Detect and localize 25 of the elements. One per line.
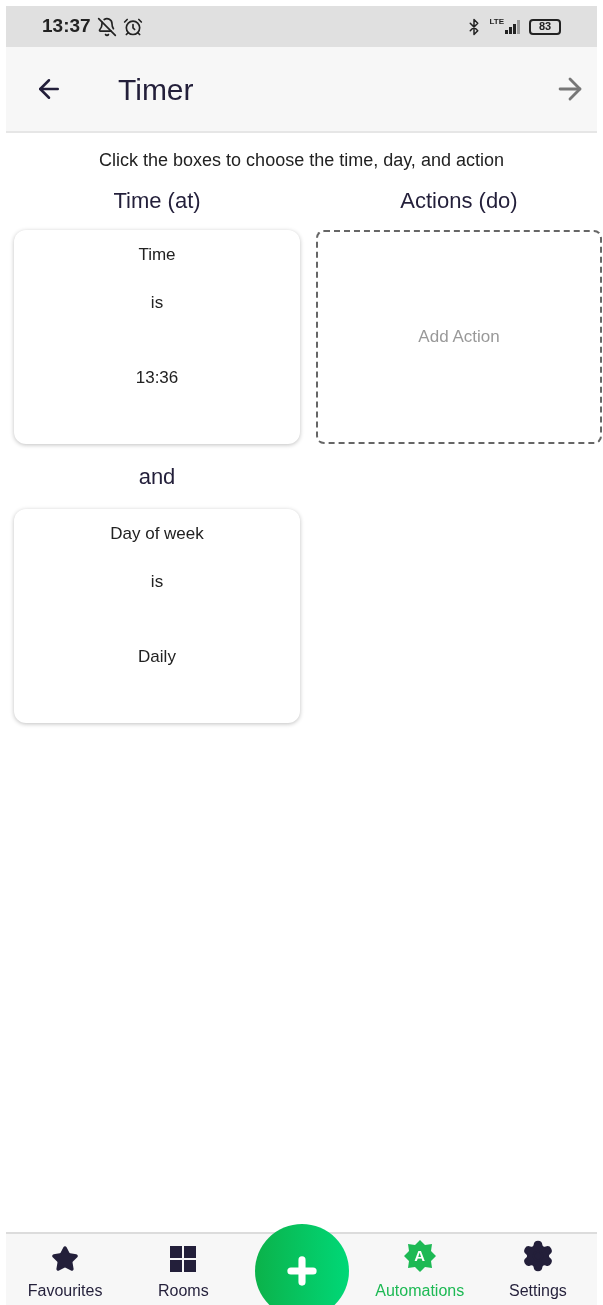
- network-label: LTE: [489, 16, 504, 28]
- nav-tab[interactable]: Rooms: [124, 1234, 243, 1305]
- instructions: Click the boxes to choose the time, day, and action: [99, 149, 504, 172]
- bell-off-icon: [96, 16, 117, 37]
- condition-operator: is: [150, 570, 164, 593]
- alarm-icon: [122, 16, 143, 37]
- actions-heading: Actions (do): [400, 187, 518, 215]
- condition-operator: is: [150, 291, 164, 314]
- condition-card[interactable]: Day of week is Daily: [14, 509, 300, 723]
- grid-icon: [169, 1245, 198, 1273]
- condition-label: Day of week: [110, 523, 204, 545]
- connector-label: and: [138, 463, 176, 491]
- condition-value: Daily: [138, 646, 176, 668]
- nav-tab[interactable]: Settings: [478, 1234, 597, 1305]
- page-title: Timer: [118, 71, 194, 108]
- signal-icon: [505, 19, 521, 34]
- badge-icon: A: [402, 1239, 437, 1273]
- status-time: 13:37: [42, 14, 91, 39]
- condition-card[interactable]: Time is 13:36: [14, 230, 300, 444]
- star-icon: [51, 1245, 80, 1273]
- nav-tab[interactable]: Favourites: [6, 1234, 125, 1305]
- battery-icon: 83: [529, 18, 561, 35]
- condition-label: Time: [138, 244, 176, 266]
- conditions-heading: Time (at): [113, 187, 201, 215]
- condition-value: 13:36: [135, 367, 179, 389]
